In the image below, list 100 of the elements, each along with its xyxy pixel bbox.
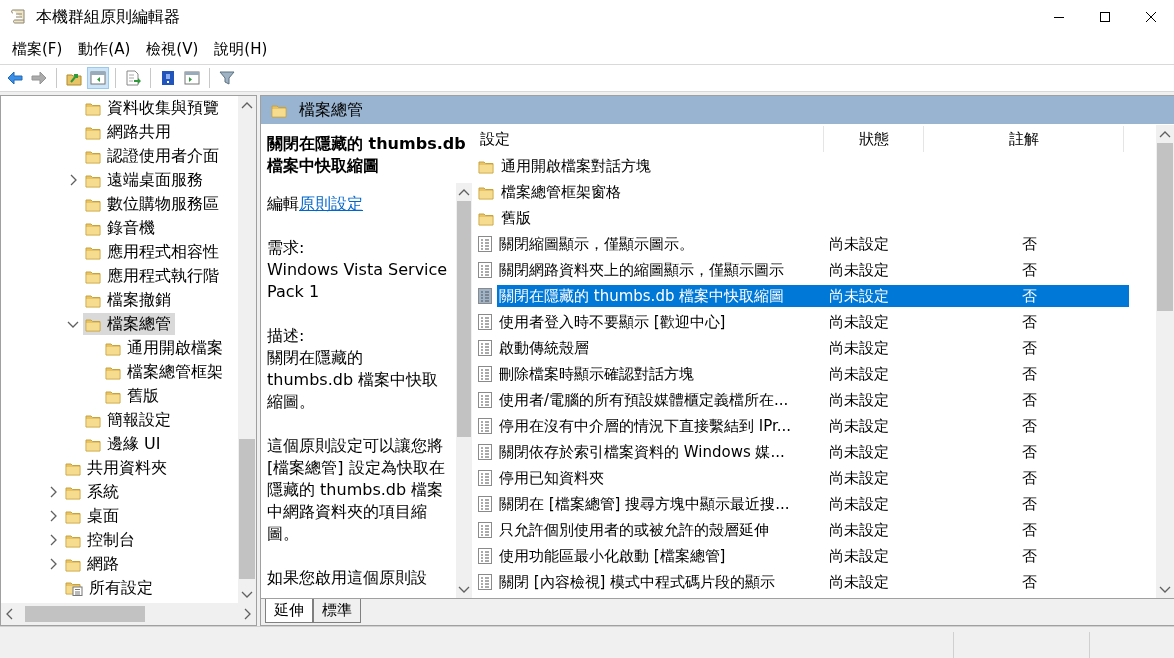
- policy-setting-icon: [478, 522, 492, 538]
- tree-item[interactable]: 錄音機: [83, 217, 159, 239]
- policy-comment: 否: [1021, 416, 1037, 436]
- description-text: 如果您啟用這個原則設: [267, 567, 428, 589]
- policy-comment: 否: [1021, 442, 1037, 462]
- tree-item[interactable]: 數位購物服務區: [83, 193, 223, 215]
- window-title: 本機群組原則編輯器: [36, 6, 180, 28]
- policy-setting-icon: [478, 470, 492, 486]
- description-label: 描述:: [267, 325, 306, 347]
- tree-item[interactable]: 所有設定: [63, 577, 157, 599]
- policy-comment: 否: [1021, 572, 1037, 592]
- vertical-scrollbar[interactable]: [238, 96, 256, 603]
- tree-item[interactable]: 網路共用: [83, 121, 175, 143]
- tree-item[interactable]: 通用開啟檔案: [103, 337, 227, 359]
- policy-state: 尚未設定: [829, 442, 889, 462]
- folder-icon: [478, 184, 494, 200]
- scrollbar-thumb[interactable]: [239, 439, 255, 579]
- folder-icon: [271, 102, 287, 118]
- policy-state: 尚未設定: [829, 520, 889, 540]
- folder-icon: [65, 508, 81, 524]
- tab[interactable]: 延伸: [265, 599, 313, 623]
- menu-item[interactable]: 檢視(V): [138, 36, 207, 62]
- policy-settings-link[interactable]: 原則設定: [299, 194, 363, 213]
- requirement-text: Windows Vista Service Pack 1: [267, 259, 449, 303]
- folder-name[interactable]: 通用開啟檔案對話方塊: [499, 155, 829, 177]
- scrollbar-thumb[interactable]: [457, 201, 471, 437]
- menu-item[interactable]: 動作(A): [70, 36, 139, 62]
- policy-name[interactable]: 關閉縮圖顯示，僅顯示圖示。: [497, 233, 829, 255]
- vertical-scrollbar[interactable]: [1156, 125, 1174, 598]
- tree-item[interactable]: 簡報設定: [83, 409, 175, 431]
- folder-icon: [85, 436, 101, 452]
- policy-name[interactable]: 刪除檔案時顯示確認對話方塊: [497, 363, 829, 385]
- folder-icon: [105, 340, 121, 356]
- tree-item[interactable]: 檔案總管框架: [103, 361, 227, 383]
- folder-icon: [65, 532, 81, 548]
- folder-icon: [105, 364, 121, 380]
- section-title: 檔案總管: [299, 99, 363, 121]
- policy-comment: 否: [1021, 234, 1037, 254]
- scrollbar-thumb[interactable]: [1157, 143, 1173, 311]
- policy-state: 尚未設定: [829, 546, 889, 566]
- tree-item[interactable]: 桌面: [63, 505, 123, 527]
- policy-name[interactable]: 只允許個別使用者的或被允許的殼層延伸: [497, 519, 829, 541]
- policy-setting-icon: [478, 236, 492, 252]
- policy-name[interactable]: 關閉依存於索引檔案資料的 Windows 媒...: [497, 441, 829, 463]
- close-icon: [1146, 12, 1156, 22]
- policy-comment: 否: [1021, 468, 1037, 488]
- tab[interactable]: 標準: [313, 599, 361, 623]
- tree-item[interactable]: 應用程式相容性: [83, 241, 223, 263]
- tree-item[interactable]: 認證使用者介面: [83, 145, 223, 167]
- policy-name[interactable]: 關閉網路資料夾上的縮圖顯示，僅顯示圖示: [497, 259, 829, 281]
- scrollbar-thumb[interactable]: [25, 606, 145, 622]
- policy-state: 尚未設定: [829, 572, 889, 592]
- policy-name[interactable]: 使用者登入時不要顯示 [歡迎中心]: [497, 311, 829, 333]
- policy-name[interactable]: 停用已知資料夾: [497, 467, 829, 489]
- policy-name[interactable]: 使用者/電腦的所有預設媒體櫃定義檔所在...: [497, 389, 829, 411]
- tree-item[interactable]: 控制台: [63, 529, 139, 551]
- policy-setting-icon: [478, 496, 492, 512]
- menu-item[interactable]: 檔案(F): [4, 36, 71, 62]
- tree-item[interactable]: 舊版: [103, 385, 163, 407]
- tree-item[interactable]: 共用資料夾: [63, 457, 171, 479]
- tree-item[interactable]: 邊緣 UI: [83, 433, 165, 455]
- policy-name[interactable]: 關閉在 [檔案總管] 搜尋方塊中顯示最近搜...: [497, 493, 829, 515]
- folder-icon: [65, 460, 81, 476]
- horizontal-scrollbar[interactable]: [1, 603, 256, 625]
- policy-state: 尚未設定: [829, 260, 889, 280]
- tree-item[interactable]: 系統: [63, 481, 123, 503]
- policy-comment: 否: [1021, 390, 1037, 410]
- column-header[interactable]: 設定: [472, 126, 824, 152]
- tree-item[interactable]: 遠端桌面服務: [83, 169, 207, 191]
- column-header[interactable]: 註解: [924, 126, 1124, 152]
- tree-item[interactable]: 網路: [63, 553, 123, 575]
- policy-name[interactable]: 停用在沒有中介層的情況下直接繫結到 IPr...: [497, 415, 829, 437]
- folder-icon: [65, 484, 81, 500]
- policy-name[interactable]: 關閉在隱藏的 thumbs.db 檔案中快取縮圖: [497, 285, 829, 307]
- tree-item[interactable]: 應用程式執行階: [83, 265, 223, 287]
- tree-item[interactable]: 檔案撤銷: [83, 289, 175, 311]
- policy-setting-icon: [478, 314, 492, 330]
- policy-title: 關閉在隱藏的 thumbs.db 檔案中快取縮圖: [266, 133, 467, 177]
- policy-setting-icon: [478, 340, 492, 356]
- policy-comment: 否: [1021, 546, 1037, 566]
- menu-item[interactable]: 說明(H): [206, 36, 276, 62]
- policy-setting-icon: [478, 444, 492, 460]
- policy-name[interactable]: 使用功能區最小化啟動 [檔案總管]: [497, 545, 829, 567]
- policy-name[interactable]: 關閉 [內容檢視] 模式中程式碼片段的顯示: [497, 571, 829, 593]
- folder-icon: [85, 124, 101, 140]
- policy-comment: 否: [1021, 338, 1037, 358]
- folder-name[interactable]: 檔案總管框架窗格: [499, 181, 829, 203]
- maximize-icon: [1100, 12, 1110, 22]
- tree-item[interactable]: 檔案總管: [83, 313, 175, 335]
- tree-item[interactable]: 資料收集與預覽: [83, 97, 223, 119]
- description-text: 關閉在隱藏的 thumbs.db 檔案中快取縮圖。: [267, 347, 440, 413]
- folder-icon: [478, 210, 494, 226]
- policy-name[interactable]: 啟動傳統殼層: [497, 337, 829, 359]
- policy-setting-icon: [478, 392, 492, 408]
- folder-icon: [85, 316, 101, 332]
- folder-name[interactable]: 舊版: [499, 207, 829, 229]
- column-header[interactable]: 狀態: [824, 126, 924, 152]
- folder-icon: [85, 412, 101, 428]
- vertical-scrollbar[interactable]: [456, 183, 472, 598]
- policy-comment: 否: [1021, 364, 1037, 384]
